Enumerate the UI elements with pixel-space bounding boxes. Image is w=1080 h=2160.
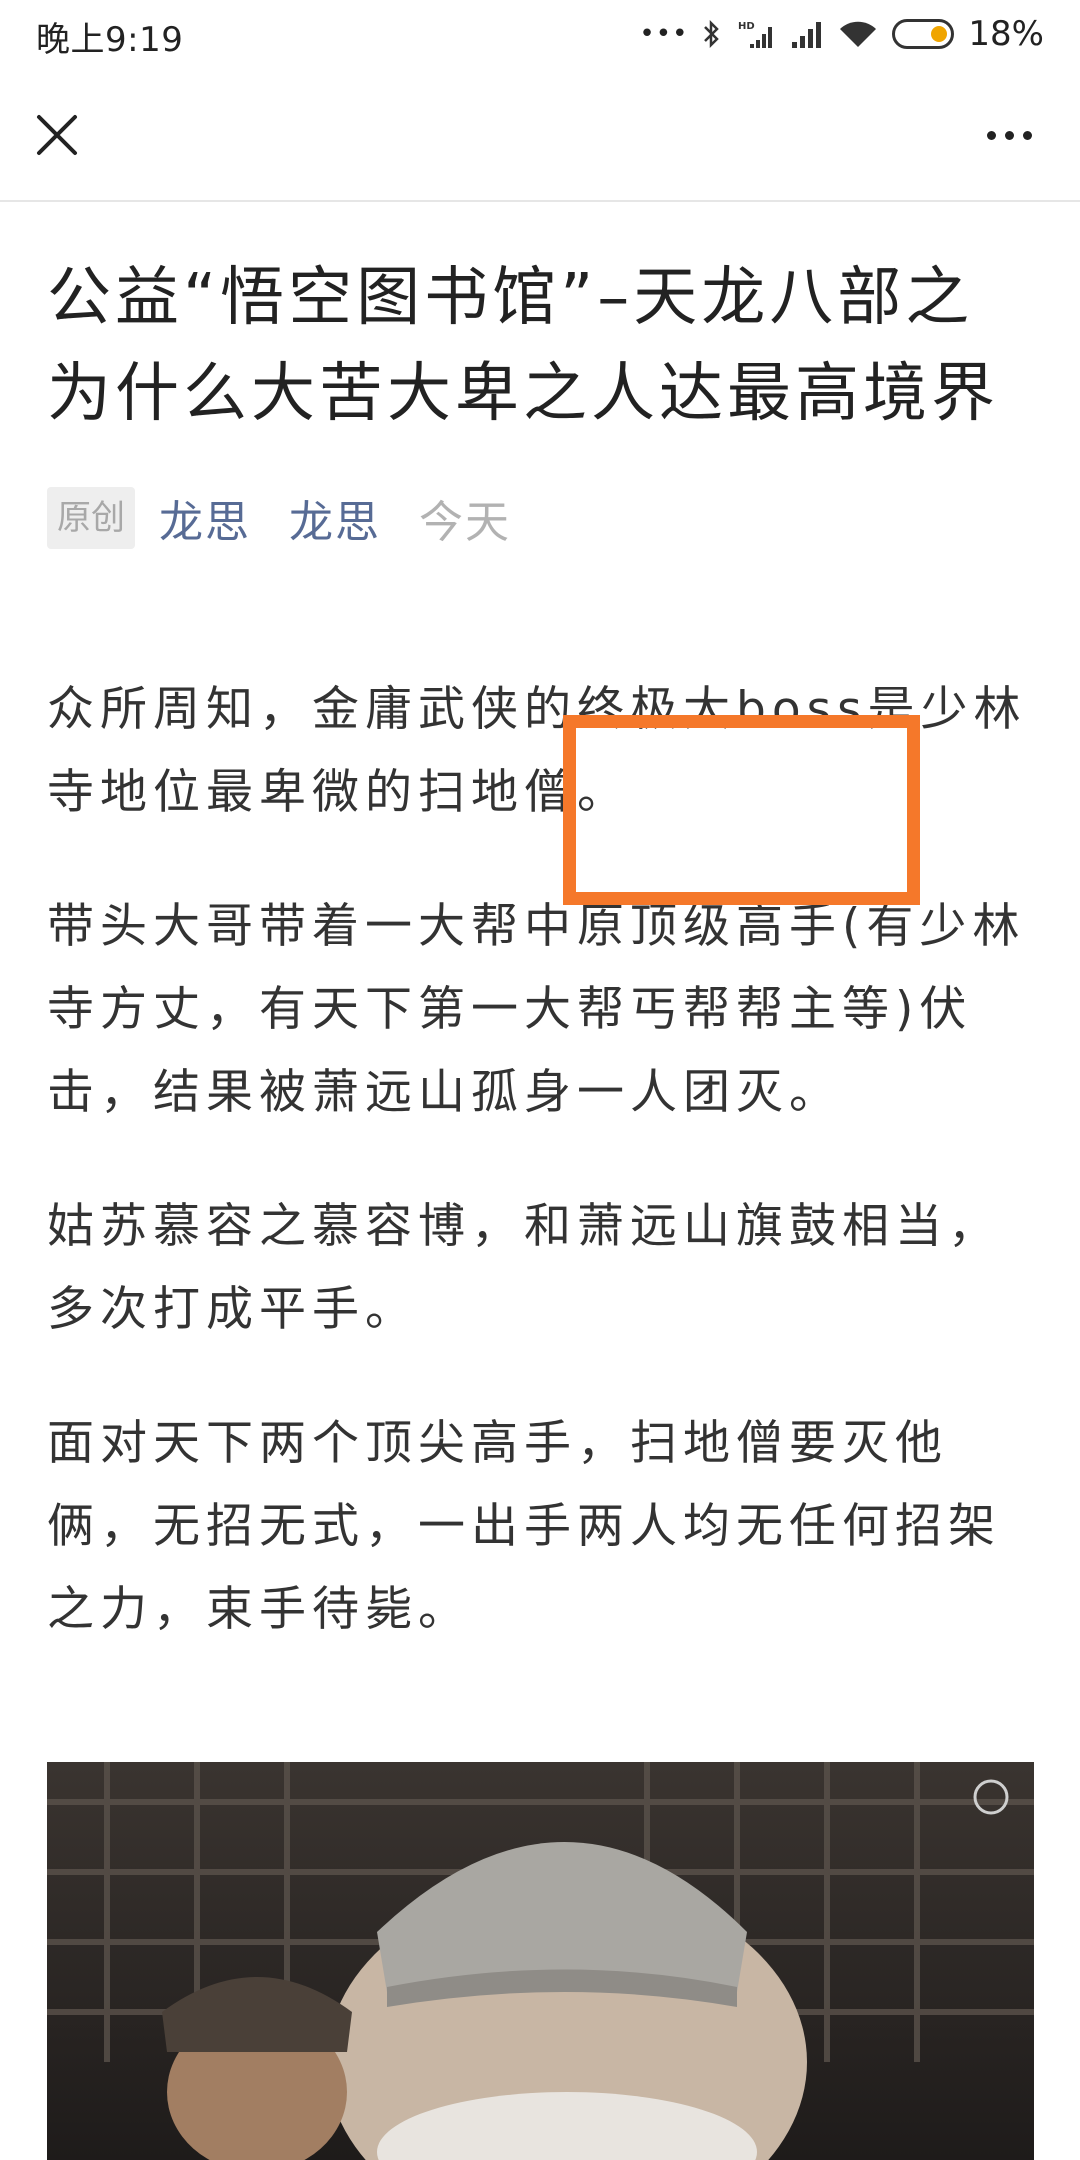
battery-percent: 18% <box>968 14 1044 54</box>
status-bar: 晚上9:19 ••• HD 18% <box>0 0 1080 68</box>
more-button[interactable] <box>974 104 1044 166</box>
close-button[interactable] <box>26 104 88 166</box>
publish-date: 今天 <box>419 497 511 548</box>
nav-bar <box>0 68 1080 202</box>
more-notifications-icon: ••• <box>639 19 689 49</box>
article-meta: 原创 龙思 龙思 今天 <box>47 486 1037 550</box>
highlight-box <box>563 715 920 905</box>
close-icon <box>37 115 77 155</box>
paragraph: 面对天下两个顶尖高手，扫地僧要灭他俩，无招无式，一出手两人均无任何招架之力，束手… <box>47 1416 1001 1637</box>
hd-signal-icon: HD <box>736 18 776 50</box>
account-link[interactable]: 龙思 <box>289 486 381 550</box>
status-icons: ••• HD 18% <box>639 10 1044 58</box>
article-title: 公益“悟空图书馆”–天龙八部之为什么大苦大卑之人达最高境界 <box>47 261 999 431</box>
more-dot <box>986 130 996 140</box>
article-image-illustration <box>47 1762 1034 2160</box>
paragraph: 带头大哥带着一大帮中原顶级高手(有少林寺方丈，有天下第一大帮丐帮帮主等)伏击，结… <box>47 899 1026 1120</box>
more-dot <box>1004 130 1014 140</box>
signal-icon <box>790 18 824 50</box>
wifi-icon <box>838 18 878 50</box>
paragraph: 姑苏慕容之慕容博，和萧远山旗鼓相当，多次打成平手。 <box>47 1199 1001 1337</box>
original-badge: 原创 <box>47 487 135 549</box>
svg-text:HD: HD <box>738 21 755 32</box>
battery-level <box>931 26 948 42</box>
author-link[interactable]: 龙思 <box>159 486 251 550</box>
status-time: 晚上9:19 <box>36 20 184 60</box>
bluetooth-icon <box>702 18 722 50</box>
article: 公益“悟空图书馆”–天龙八部之为什么大苦大卑之人达最高境界 原创 龙思 龙思 今… <box>47 250 1037 1651</box>
article-image[interactable] <box>47 1762 1034 2160</box>
battery-icon <box>892 19 955 49</box>
more-dot <box>1022 130 1032 140</box>
